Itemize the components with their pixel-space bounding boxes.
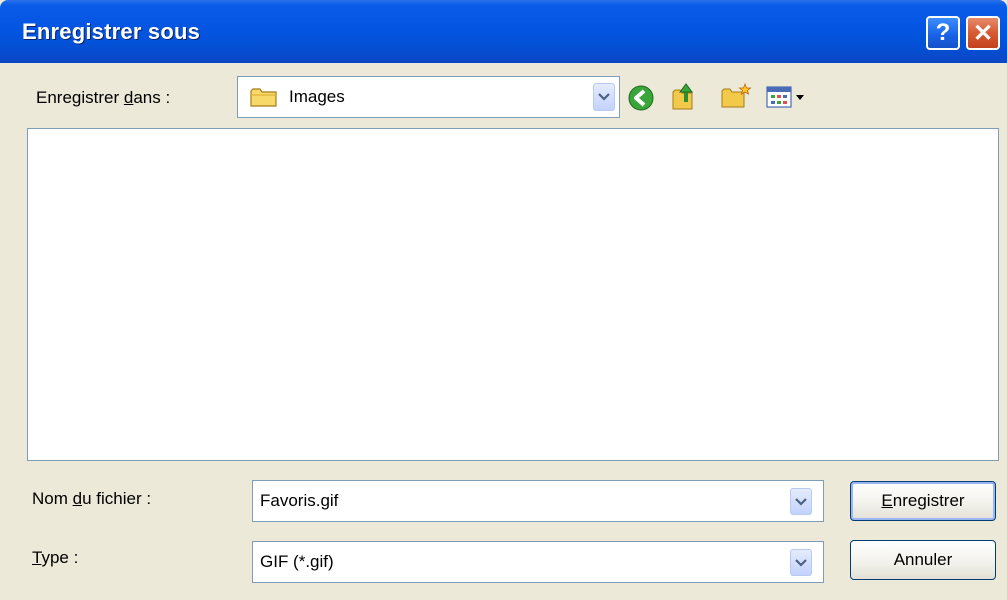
filetype-dropdown-button[interactable]	[790, 549, 812, 576]
save-as-dialog: Enregistrer sous ? ✕ Enregistrer dans : …	[0, 0, 1007, 600]
save-button[interactable]: Enregistrer	[850, 481, 996, 521]
filetype-select[interactable]: GIF (*.gif)	[252, 541, 824, 583]
cancel-button[interactable]: Annuler	[850, 540, 996, 580]
folder-icon	[250, 86, 278, 113]
filename-label: Nom du fichier :	[32, 489, 152, 508]
up-folder-icon[interactable]	[670, 80, 700, 117]
filetype-label: Type :	[32, 548, 79, 567]
chevron-down-icon	[795, 554, 807, 572]
close-button[interactable]: ✕	[966, 16, 1000, 50]
filename-value: Favoris.gif	[260, 491, 339, 510]
save-in-combo[interactable]: Images	[237, 76, 620, 118]
file-list[interactable]	[27, 128, 999, 461]
back-icon[interactable]	[627, 84, 655, 117]
chevron-down-icon	[795, 493, 807, 511]
save-in-value: Images	[289, 87, 345, 106]
help-button[interactable]: ?	[926, 16, 960, 50]
filetype-value: GIF (*.gif)	[260, 552, 334, 571]
close-icon: ✕	[972, 19, 994, 47]
filename-field[interactable]: Favoris.gif	[252, 480, 824, 522]
window-title: Enregistrer sous	[22, 19, 201, 44]
save-in-label: Enregistrer dans :	[36, 88, 171, 107]
help-icon: ?	[935, 19, 951, 46]
save-in-dropdown-button[interactable]	[593, 83, 615, 111]
filename-dropdown-button[interactable]	[790, 488, 812, 515]
chevron-down-icon	[598, 88, 610, 106]
view-menu-icon[interactable]	[766, 84, 812, 115]
new-folder-icon[interactable]	[720, 82, 752, 115]
title-bar[interactable]: Enregistrer sous ? ✕	[0, 0, 1007, 63]
